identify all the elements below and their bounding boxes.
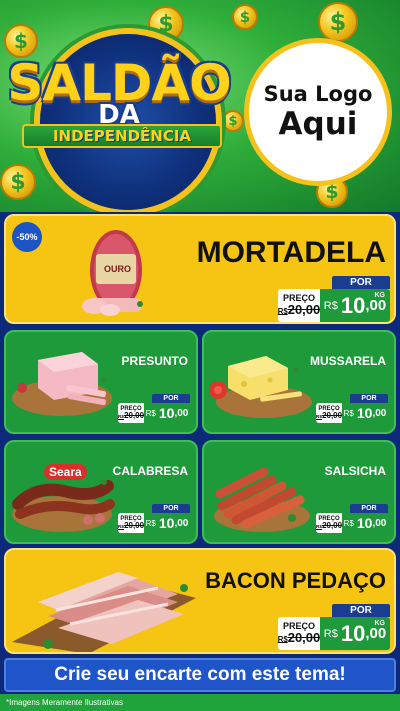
product-card-presunto[interactable]: PRESUNTO POR PREÇO R$20,00 R$ 10 ,00 <box>4 330 198 434</box>
currency-label: R$ <box>343 408 354 418</box>
price-integer: 10 <box>340 292 366 318</box>
old-price-value: R$20,00 <box>117 410 145 420</box>
coin-icon: $ <box>232 4 258 30</box>
price-integer: 10 <box>158 405 175 421</box>
por-label: POR <box>332 276 390 289</box>
price-tag: POR PREÇO R$20,00 R$ 10 ,00 <box>118 394 190 424</box>
old-price: PREÇO R$20,00 <box>316 513 342 533</box>
logo-placeholder[interactable]: Sua Logo Aqui <box>244 38 392 186</box>
price-decimal: ,00 <box>174 517 189 529</box>
price-decimal: ,00 <box>372 407 387 419</box>
currency-label: R$ <box>145 408 156 418</box>
brand-label: OURO <box>104 264 131 274</box>
currency-label: R$ <box>145 518 156 528</box>
old-price-value: R$20,00 <box>315 410 343 420</box>
price-tag: POR PREÇO R$20,00 R$ 10 ,00 KG <box>278 604 390 652</box>
price-integer: 10 <box>158 515 175 531</box>
price-tag: POR PREÇO R$20,00 R$ 10 ,00 KG <box>278 276 390 322</box>
seara-logo: Seara <box>44 464 87 480</box>
bacon-image <box>12 572 196 652</box>
currency-label: R$ <box>343 518 354 528</box>
header-banner: $ $ $ $ $ $ $ $ SALDÃO DA INDEPENDÊNCIA … <box>0 0 400 212</box>
new-price: R$ 10 ,00 <box>144 403 190 423</box>
product-name: PRESUNTO <box>121 354 188 368</box>
old-price-value: R$20,00 <box>277 629 321 645</box>
product-name: SALSICHA <box>324 464 386 478</box>
old-price: PREÇO R$20,00 <box>118 513 144 533</box>
disclaimer-footer: *Imagens Meramente Ilustrativas <box>0 694 400 711</box>
campaign-title-independencia: INDEPENDÊNCIA <box>22 124 222 148</box>
product-card-mortadela[interactable]: -50% OURO MORTADELA POR PREÇO R$20,00 R$… <box>4 214 396 324</box>
price-decimal: ,00 <box>174 407 189 419</box>
currency-label: R$ <box>323 627 338 640</box>
salsicha-image <box>214 467 310 532</box>
product-name: CALABRESA <box>112 464 188 478</box>
old-price: PREÇO R$20,00 <box>278 289 320 322</box>
coin-icon: $ <box>0 164 36 200</box>
old-price-value: R$20,00 <box>277 301 321 317</box>
logo-text-line1: Sua Logo <box>263 82 373 106</box>
old-price-value: R$20,00 <box>117 520 145 530</box>
por-label: POR <box>152 504 190 513</box>
product-card-mussarela[interactable]: MUSSARELA POR PREÇO R$20,00 R$ 10 ,00 <box>202 330 396 434</box>
product-card-bacon[interactable]: BACON PEDAÇO POR PREÇO R$20,00 R$ 10 ,00… <box>4 548 396 654</box>
logo-text-line2: Aqui <box>278 106 358 142</box>
coin-icon: $ <box>318 2 358 42</box>
price-tag: POR PREÇO R$20,00 R$ 10 ,00 <box>118 504 190 534</box>
old-price: PREÇO R$20,00 <box>118 403 144 423</box>
price-integer: 10 <box>356 515 373 531</box>
price-decimal: ,00 <box>372 517 387 529</box>
por-label: POR <box>350 394 388 403</box>
price-integer: 10 <box>356 405 373 421</box>
coin-icon: $ <box>148 6 184 42</box>
new-price: R$ 10 ,00 KG <box>320 617 390 650</box>
new-price: R$ 10 ,00 <box>342 403 388 423</box>
mussarela-image <box>209 356 312 418</box>
new-price: R$ 10 ,00 <box>144 513 190 533</box>
unit-label: KG <box>374 292 386 299</box>
old-price: PREÇO R$20,00 <box>316 403 342 423</box>
price-decimal: ,00 <box>365 297 387 314</box>
por-label: POR <box>350 504 388 513</box>
old-price: PREÇO R$20,00 <box>278 617 320 650</box>
product-name: MORTADELA <box>196 236 386 269</box>
coin-icon: $ <box>4 24 38 58</box>
unit-label: KG <box>374 620 386 627</box>
new-price: R$ 10 ,00 <box>342 513 388 533</box>
price-decimal: ,00 <box>365 625 387 642</box>
por-label: POR <box>332 604 390 617</box>
price-tag: POR PREÇO R$20,00 R$ 10 ,00 <box>316 504 388 534</box>
price-integer: 10 <box>340 620 366 646</box>
product-card-salsicha[interactable]: SALSICHA POR PREÇO R$20,00 R$ 10 ,00 <box>202 440 396 544</box>
price-tag: POR PREÇO R$20,00 R$ 10 ,00 <box>316 394 388 424</box>
por-label: POR <box>152 394 190 403</box>
discount-badge: -50% <box>12 222 42 252</box>
currency-label: R$ <box>323 299 338 312</box>
old-price-value: R$20,00 <box>315 520 343 530</box>
product-card-calabresa[interactable]: Seara CALABRESA POR PREÇO R$20,00 R$ 10 … <box>4 440 198 544</box>
product-name: MUSSARELA <box>309 354 386 368</box>
create-flyer-button[interactable]: Crie seu encarte com este tema! <box>4 658 396 692</box>
new-price: R$ 10 ,00 KG <box>320 289 390 322</box>
product-name: BACON PEDAÇO <box>205 568 386 593</box>
presunto-image <box>12 352 112 416</box>
